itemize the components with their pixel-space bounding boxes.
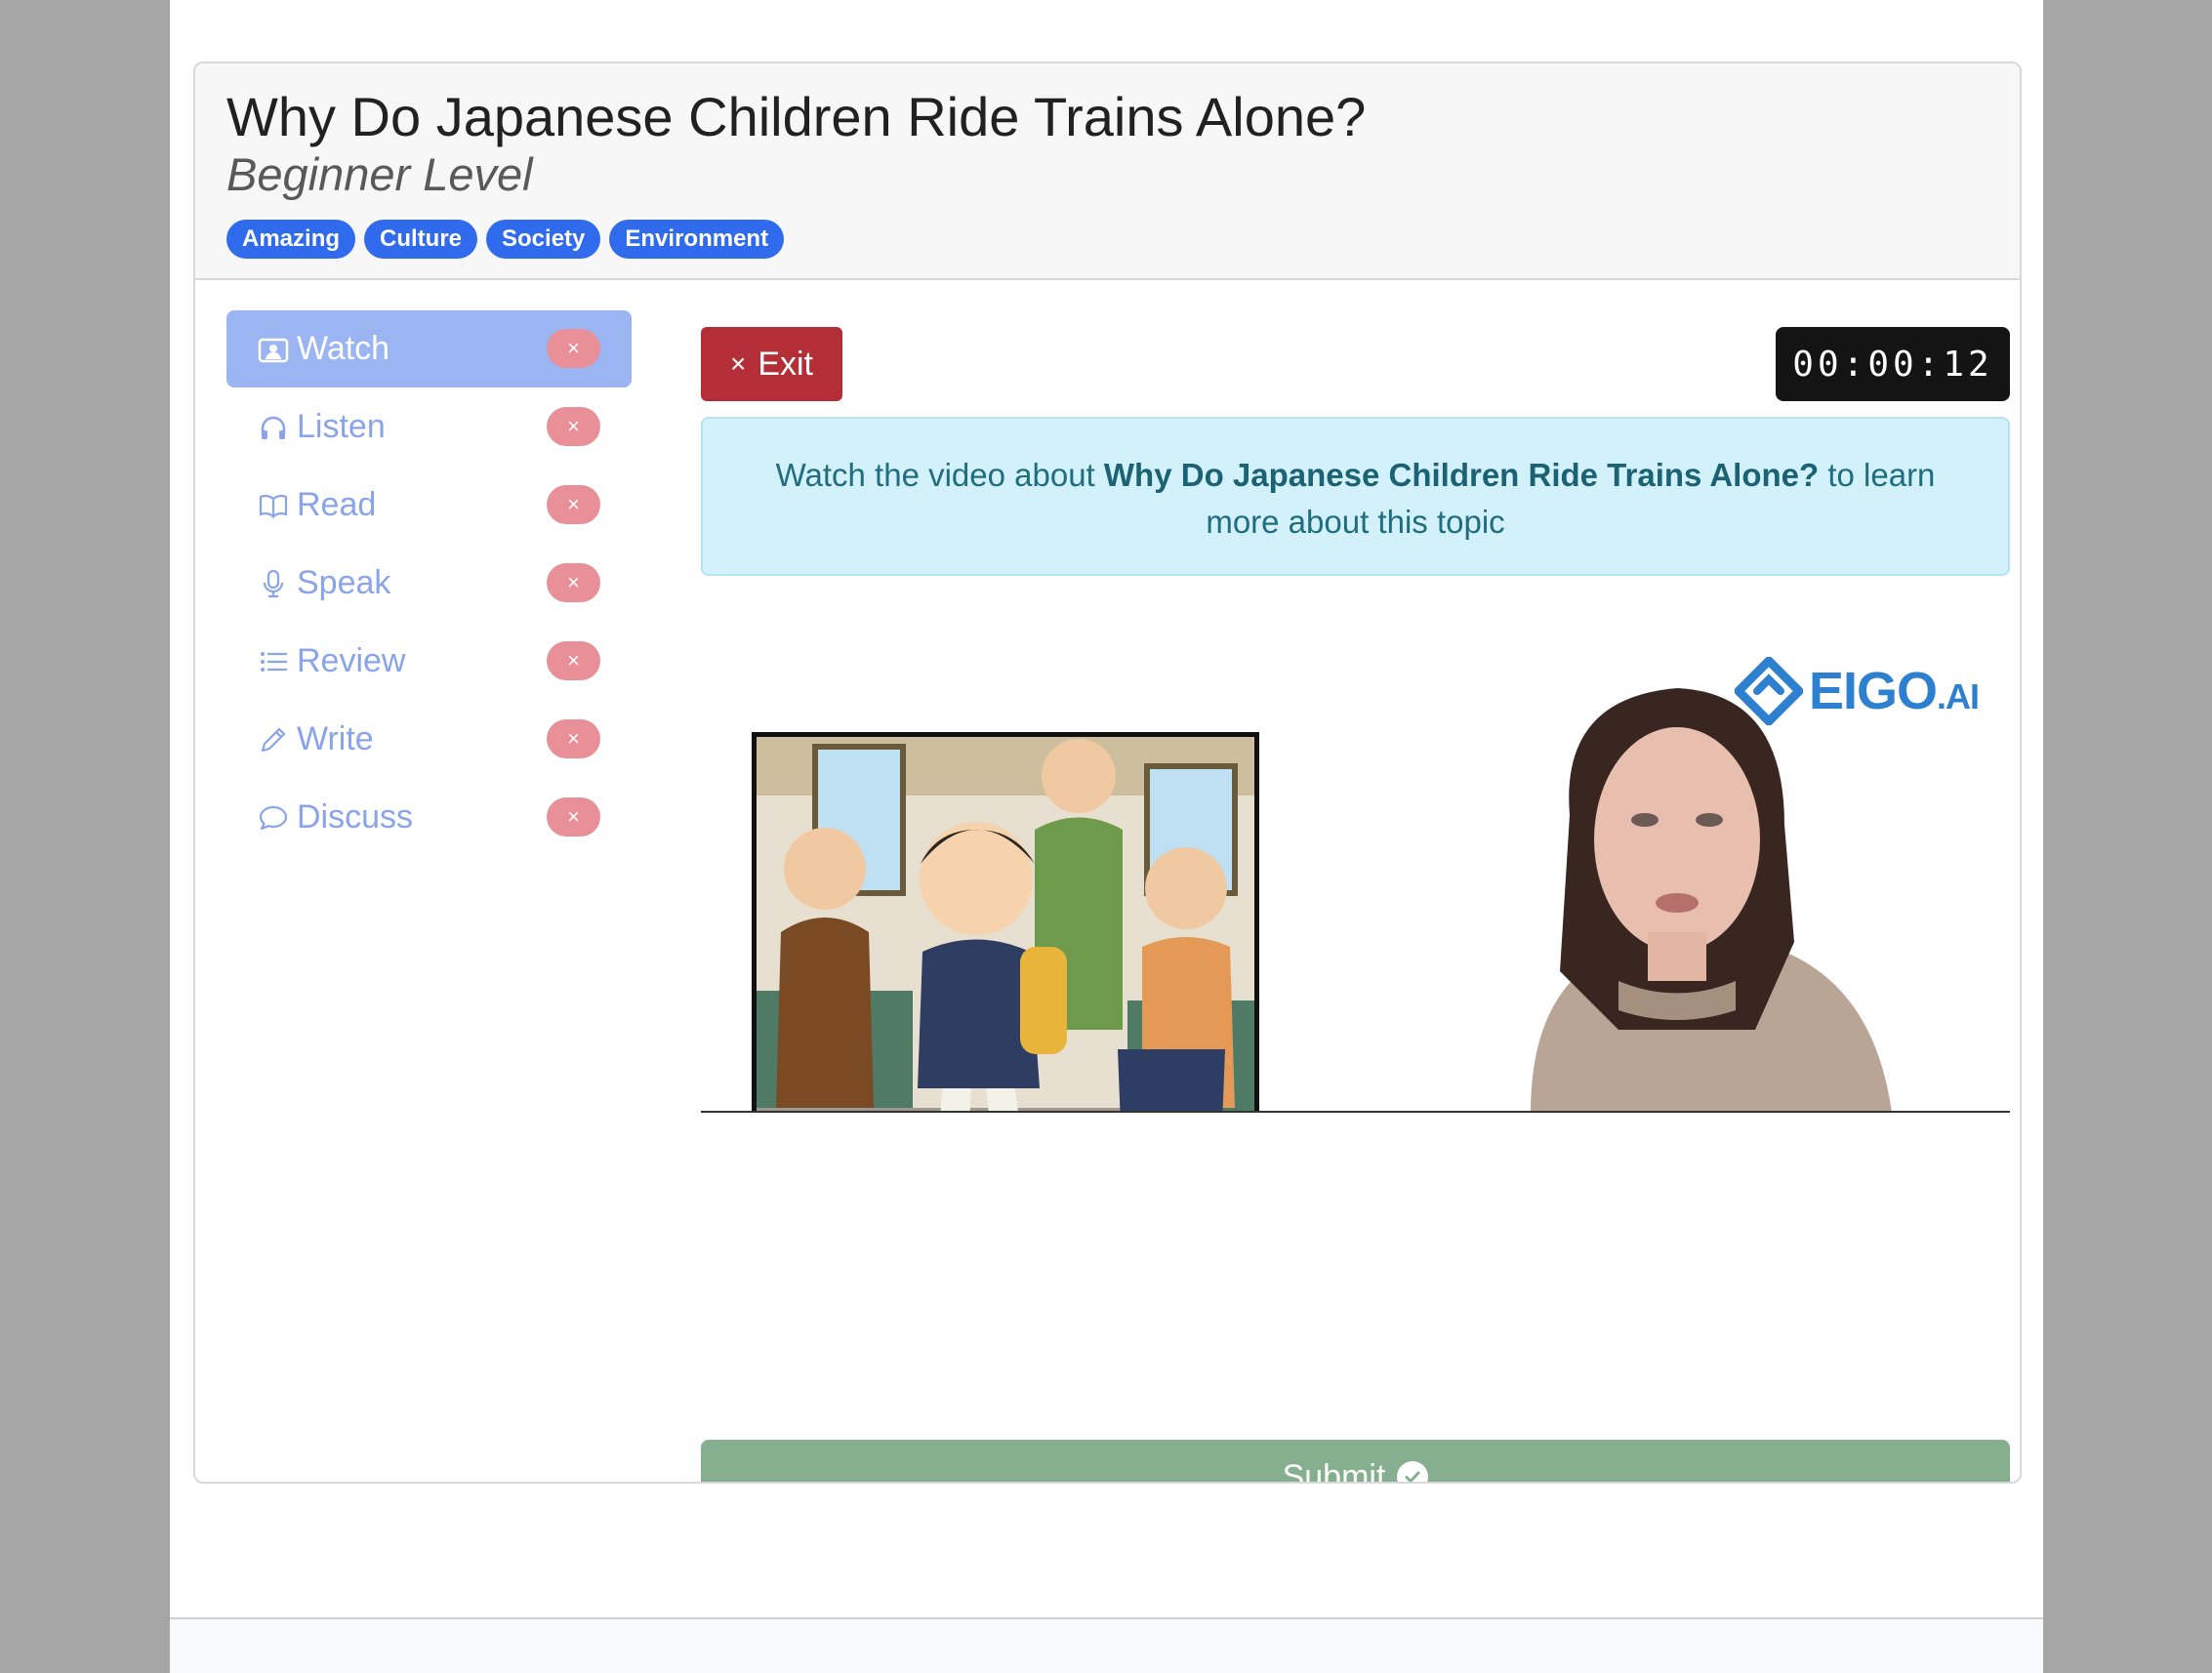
instruction-topic: Why Do Japanese Children Ride Trains Alo… xyxy=(1103,457,1820,493)
elapsed-timer: 00:00:12 xyxy=(1776,327,2010,401)
chat-bubble-icon xyxy=(256,800,291,836)
tag-list: Amazing Culture Society Environment xyxy=(226,220,1988,259)
tag-badge: Amazing xyxy=(226,220,356,259)
sidebar-item-label: Write xyxy=(297,720,374,757)
lesson-header: Why Do Japanese Children Ride Trains Alo… xyxy=(195,63,2020,280)
video-person-icon xyxy=(256,332,291,367)
status-badge: × xyxy=(547,797,600,836)
book-icon xyxy=(256,488,291,523)
close-icon: × xyxy=(729,348,747,379)
sidebar-item-read[interactable]: Read × xyxy=(226,467,632,544)
sidebar-item-label: Review xyxy=(297,642,406,679)
lesson-title: Why Do Japanese Children Ride Trains Alo… xyxy=(226,86,1367,147)
sidebar-item-review[interactable]: Review × xyxy=(226,623,632,700)
lesson-video[interactable]: EIGO.AI xyxy=(701,620,2010,1113)
sidebar-item-label: Watch xyxy=(297,330,390,367)
status-badge: × xyxy=(547,641,600,680)
status-badge: × xyxy=(547,719,600,758)
sidebar-item-speak[interactable]: Speak × xyxy=(226,545,632,622)
lesson-level: Beginner Level xyxy=(226,148,533,200)
instruction-prefix: Watch the video about xyxy=(775,457,1104,493)
tag-badge: Culture xyxy=(364,220,478,259)
sidebar-item-label: Speak xyxy=(297,564,391,601)
lesson-illustration xyxy=(752,732,1259,1111)
status-badge: × xyxy=(547,563,600,602)
headphones-icon xyxy=(256,410,291,445)
status-badge: × xyxy=(547,329,600,368)
check-circle-icon xyxy=(1397,1461,1429,1482)
microphone-icon xyxy=(256,566,291,601)
pencil-icon xyxy=(256,722,291,757)
presenter-video-frame xyxy=(1326,620,2010,1111)
sidebar-item-discuss[interactable]: Discuss × xyxy=(226,779,632,856)
status-badge: × xyxy=(547,485,600,524)
list-icon xyxy=(256,644,291,679)
exit-label: Exit xyxy=(758,345,814,383)
sidebar-item-watch[interactable]: Watch × xyxy=(226,310,632,388)
submit-label: Submit xyxy=(1282,1457,1386,1484)
page: Why Do Japanese Children Ride Trains Alo… xyxy=(170,0,2043,1673)
activity-sidebar: Watch × Listen × Read × Speak × Review ×… xyxy=(226,310,632,857)
lesson-card: Why Do Japanese Children Ride Trains Alo… xyxy=(193,61,2022,1484)
sidebar-item-listen[interactable]: Listen × xyxy=(226,388,632,466)
tag-badge: Society xyxy=(486,220,601,259)
sidebar-item-label: Listen xyxy=(297,408,386,445)
sidebar-item-label: Read xyxy=(297,486,377,523)
tag-badge: Environment xyxy=(609,220,785,259)
sidebar-item-write[interactable]: Write × xyxy=(226,701,632,778)
sidebar-item-label: Discuss xyxy=(297,798,414,836)
status-badge: × xyxy=(547,407,600,446)
page-footer xyxy=(170,1617,2043,1673)
submit-button[interactable]: Submit xyxy=(701,1440,2010,1484)
exit-button[interactable]: × Exit xyxy=(701,327,842,401)
instruction-alert: Watch the video about Why Do Japanese Ch… xyxy=(701,417,2010,576)
